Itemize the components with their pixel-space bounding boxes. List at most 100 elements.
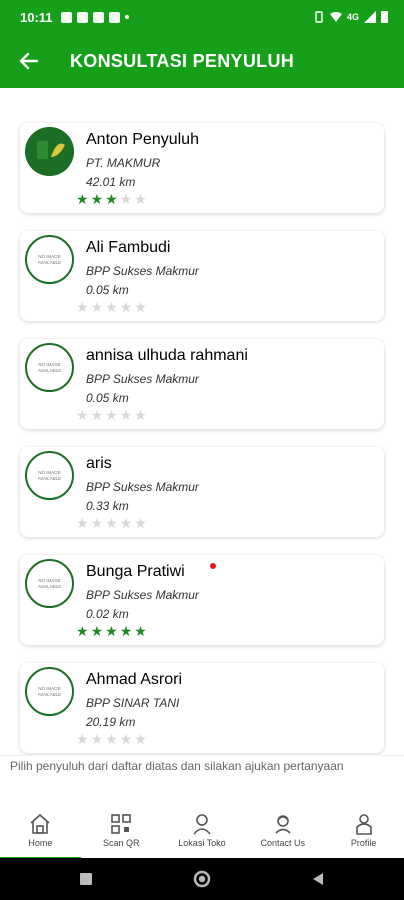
rating-stars: ★ ★ ★ ★ ★ — [76, 516, 147, 531]
nav-scan-qr[interactable]: Scan QR — [81, 806, 162, 858]
avatar: NO IMAGE AVAILABLE — [25, 559, 74, 608]
star-icon: ★ — [134, 191, 147, 207]
consultant-list[interactable]: Anton Penyuluh PT. MAKMUR 42.01 km ★ ★ ★ ★ ★ NO … — [0, 88, 404, 756]
nav-contact-us[interactable]: Contact Us — [242, 806, 323, 858]
consultant-card[interactable]: NO IMAGE AVAILABLE Ahmad Asrori BPP SINAR … — [20, 663, 384, 753]
signal-icon — [364, 11, 376, 23]
consultant-name: aris — [86, 455, 112, 472]
nav-label: Profile — [350, 838, 377, 848]
nav-profile[interactable]: Profile — [323, 806, 404, 858]
no-image-text: NO IMAGE AVAILABLE — [37, 361, 62, 373]
status-right: 4G — [313, 11, 388, 23]
star-icon: ★ — [105, 299, 118, 315]
more-notifications-icon — [124, 15, 129, 19]
consultant-card[interactable]: NO IMAGE AVAILABLE Bunga Pratiwi BPP Sukse… — [20, 555, 384, 645]
star-icon: ★ — [134, 731, 147, 747]
star-icon: ★ — [76, 299, 89, 315]
consultant-card[interactable]: Anton Penyuluh PT. MAKMUR 42.01 km ★ ★ ★ ★ ★ — [20, 123, 384, 213]
app-icon — [108, 11, 120, 23]
system-nav-bar — [0, 858, 404, 900]
avatar: NO IMAGE AVAILABLE — [25, 343, 74, 392]
bottom-nav: Home Scan QR Lokasi Toko Contact Us Profile — [0, 806, 404, 859]
star-icon: ★ — [90, 731, 104, 747]
avatar-photo-icon — [25, 127, 74, 176]
consultant-distance: 20.19 km — [86, 715, 136, 729]
consultant-organization: PT. MAKMUR — [86, 156, 161, 170]
home-button-icon[interactable] — [193, 870, 211, 888]
rating-stars: ★ ★ ★ ★ ★ — [76, 408, 147, 423]
nav-home[interactable]: Home — [0, 806, 81, 859]
consultant-distance: 0.05 km — [86, 283, 129, 297]
star-icon: ★ — [134, 299, 147, 315]
profile-icon — [355, 814, 372, 835]
rating-stars: ★ ★ ★ ★ ★ — [76, 732, 147, 747]
no-image-text: NO IMAGE AVAILABLE — [37, 469, 62, 481]
home-icon — [30, 813, 50, 834]
consultant-card[interactable]: NO IMAGE AVAILABLE aris BPP Sukses Makmur 0… — [20, 447, 384, 537]
star-icon: ★ — [76, 191, 89, 207]
nav-label: Home — [28, 838, 53, 848]
nav-lokasi-toko[interactable]: Lokasi Toko — [162, 806, 243, 858]
star-icon: ★ — [76, 407, 89, 423]
consultant-name: Ahmad Asrori — [86, 671, 183, 688]
battery-icon — [381, 11, 388, 23]
mail-icon — [92, 11, 104, 23]
consultant-organization: BPP SINAR TANI — [86, 696, 180, 710]
notification-icon — [76, 11, 88, 23]
page-title: KONSULTASI PENYULUH — [70, 50, 295, 71]
back-button[interactable] — [2, 34, 56, 88]
consultant-card[interactable]: NO IMAGE AVAILABLE Ali Fambudi BPP Sukses … — [20, 231, 384, 321]
star-icon: ★ — [134, 407, 147, 423]
network-type: 4G — [346, 12, 359, 22]
consultant-distance: 0.33 km — [86, 499, 129, 513]
consultant-name: Ali Fambudi — [86, 239, 171, 256]
star-icon: ★ — [90, 515, 104, 531]
consultant-name: annisa ulhuda rahmani — [86, 347, 248, 364]
avatar: NO IMAGE AVAILABLE — [25, 451, 74, 500]
star-icon: ★ — [119, 731, 133, 747]
star-icon: ★ — [76, 731, 89, 747]
rating-stars: ★ ★ ★ ★ ★ — [76, 300, 147, 315]
consultant-name: Bunga Pratiwi — [86, 563, 185, 580]
app-bar: KONSULTASI PENYULUH — [0, 34, 404, 88]
nav-label: Lokasi Toko — [178, 838, 226, 848]
star-icon: ★ — [105, 623, 118, 639]
avatar: NO IMAGE AVAILABLE — [25, 667, 74, 716]
star-icon: ★ — [119, 407, 133, 423]
no-image-text: NO IMAGE AVAILABLE — [37, 685, 62, 697]
store-location-icon — [193, 814, 211, 835]
back-nav-icon[interactable] — [311, 872, 325, 886]
qr-icon — [111, 814, 131, 834]
star-icon: ★ — [134, 515, 147, 531]
star-icon: ★ — [119, 299, 133, 315]
star-icon: ★ — [76, 623, 89, 639]
recent-apps-icon[interactable] — [79, 872, 93, 886]
notification-icons — [60, 11, 129, 23]
consultant-distance: 42.01 km — [86, 175, 136, 189]
consultant-distance: 0.02 km — [86, 607, 129, 621]
new-message-dot — [210, 563, 216, 569]
consultant-organization: BPP Sukses Makmur — [86, 372, 199, 386]
rating-stars: ★ ★ ★ ★ ★ — [76, 192, 147, 207]
star-icon: ★ — [90, 299, 104, 315]
rating-stars: ★ ★ ★ ★ ★ — [76, 624, 147, 639]
no-image-text: NO IMAGE AVAILABLE — [37, 253, 62, 265]
nav-label: Scan QR — [102, 838, 140, 848]
contact-icon — [275, 815, 291, 834]
consultant-distance: 0.05 km — [86, 391, 129, 405]
star-icon: ★ — [105, 407, 118, 423]
star-icon: ★ — [90, 191, 104, 207]
whatsapp-icon — [60, 11, 72, 23]
consultant-organization: BPP Sukses Makmur — [86, 264, 199, 278]
star-icon: ★ — [90, 623, 104, 639]
star-icon: ★ — [76, 515, 89, 531]
consultant-card[interactable]: NO IMAGE AVAILABLE annisa ulhuda rahmani B… — [20, 339, 384, 429]
no-image-text: NO IMAGE AVAILABLE — [37, 577, 62, 589]
star-icon: ★ — [105, 515, 118, 531]
vibrate-icon — [315, 11, 323, 23]
consultant-organization: BPP Sukses Makmur — [86, 480, 199, 494]
star-icon: ★ — [119, 191, 133, 207]
star-icon: ★ — [119, 623, 133, 639]
status-bar: 10:11 4G — [0, 0, 404, 34]
nav-label: Contact Us — [260, 838, 306, 848]
